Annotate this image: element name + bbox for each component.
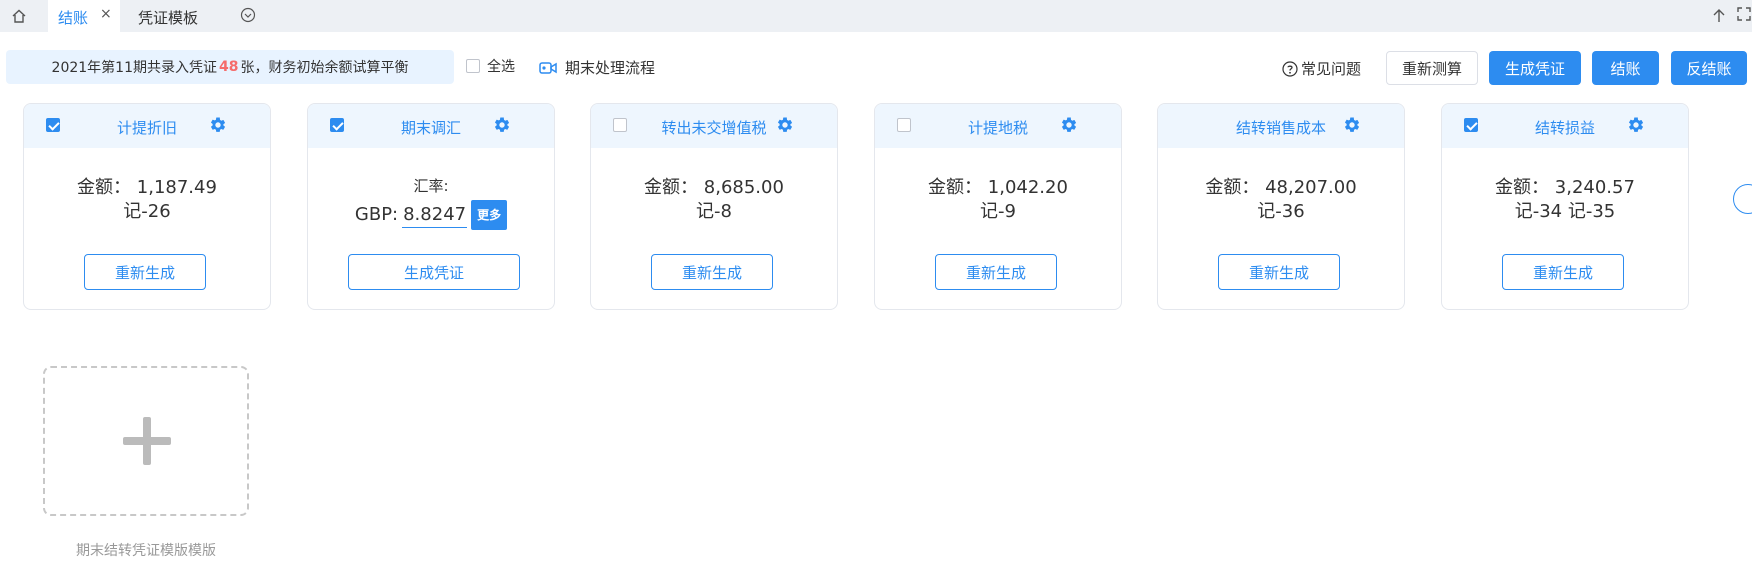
- voucher-ref[interactable]: 记-36: [1158, 200, 1404, 224]
- select-all-checkbox[interactable]: 全选: [466, 56, 515, 76]
- card-header: 结转损益: [1442, 104, 1688, 148]
- card-title: 结转损益: [1534, 119, 1595, 137]
- generate-voucher-card-button[interactable]: 生成凭证: [348, 254, 520, 290]
- card-title: 计提折旧: [116, 119, 177, 137]
- regenerate-button[interactable]: 重新生成: [1502, 254, 1624, 290]
- close-icon[interactable]: ×: [100, 6, 112, 22]
- gear-icon[interactable]: [776, 116, 794, 134]
- reverse-close-button[interactable]: 反结账: [1671, 51, 1747, 85]
- voucher-count: 48: [218, 59, 239, 75]
- select-all-box[interactable]: [466, 59, 480, 73]
- task-card: 计提地税 金额： 1,042.20 记-9 重新生成: [874, 103, 1122, 310]
- more-button[interactable]: 更多: [471, 200, 508, 230]
- tab-bar: 结账 × 凭证模板: [0, 0, 1752, 32]
- fullscreen-icon[interactable]: [1736, 6, 1752, 26]
- task-card: 计提折旧 金额： 1,187.49 记-26 重新生成: [23, 103, 271, 310]
- task-card: 期末调汇 汇率: GBP: 8.8247 更多 生成凭证: [307, 103, 555, 310]
- card-body: 金额： 3,240.57 记-34 记-35: [1442, 176, 1688, 224]
- plus-icon: [121, 415, 173, 471]
- gear-icon[interactable]: [1627, 116, 1645, 134]
- card-header: 结转销售成本: [1158, 104, 1404, 148]
- regenerate-button[interactable]: 重新生成: [651, 254, 773, 290]
- gear-icon[interactable]: [493, 116, 511, 134]
- period-summary: 2021年第11期共录入凭证 48 张，财务初始余额试算平衡: [6, 50, 454, 84]
- voucher-ref[interactable]: 记-26: [24, 200, 270, 224]
- flow-label: 期末处理流程: [565, 59, 656, 77]
- chat-float-icon[interactable]: [1733, 184, 1752, 214]
- add-template-button[interactable]: [43, 366, 249, 516]
- card-title: 结转销售成本: [1235, 119, 1326, 137]
- card-body: 金额： 8,685.00 记-8: [591, 176, 837, 224]
- fx-rate-input[interactable]: 8.8247: [402, 203, 468, 228]
- retest-button[interactable]: 重新测算: [1386, 51, 1478, 85]
- tab-close-account[interactable]: 结账 ×: [48, 0, 120, 32]
- card-header: 期末调汇: [308, 104, 554, 148]
- amount-label: 金额：: [928, 177, 983, 198]
- amount-value: 48,207.00: [1265, 177, 1357, 198]
- generate-voucher-button[interactable]: 生成凭证: [1489, 51, 1581, 85]
- arrow-up-icon[interactable]: [1712, 8, 1726, 28]
- amount-value: 3,240.57: [1554, 177, 1635, 198]
- card-body: 金额： 1,187.49 记-26: [24, 176, 270, 224]
- gear-icon[interactable]: [1343, 116, 1361, 134]
- amount-label: 金额：: [1205, 177, 1260, 198]
- faq-label: 常见问题: [1301, 60, 1362, 78]
- task-card: 结转销售成本 金额： 48,207.00 记-36 重新生成: [1157, 103, 1405, 310]
- card-body: 金额： 48,207.00 记-36: [1158, 176, 1404, 224]
- tab-label: 结账: [58, 9, 89, 27]
- add-template-label: 期末结转凭证模版模版: [76, 543, 216, 559]
- amount-label: 金额：: [77, 177, 132, 198]
- select-all-label: 全选: [487, 59, 515, 75]
- amount-value: 1,187.49: [136, 177, 217, 198]
- summary-prefix: 2021年第11期共录入凭证: [51, 60, 217, 76]
- card-body: 金额： 1,042.20 记-9: [875, 176, 1121, 224]
- amount-value: 8,685.00: [703, 177, 784, 198]
- close-account-button[interactable]: 结账: [1592, 51, 1659, 85]
- card-header: 转出未交增值税: [591, 104, 837, 148]
- amount-label: 金额：: [644, 177, 699, 198]
- voucher-ref[interactable]: 记-8: [591, 200, 837, 224]
- tab-voucher-template[interactable]: 凭证模板: [138, 7, 198, 28]
- currency-code: GBP:: [354, 204, 399, 225]
- card-title: 转出未交增值税: [661, 119, 767, 137]
- fx-rate-label: 汇率:: [413, 177, 449, 195]
- amount-value: 1,042.20: [987, 177, 1068, 198]
- period-end-flow-link[interactable]: 期末处理流程: [539, 57, 655, 78]
- amount-label: 金额：: [1495, 177, 1550, 198]
- regenerate-button[interactable]: 重新生成: [935, 254, 1057, 290]
- card-title: 计提地税: [967, 119, 1028, 137]
- card-header: 计提折旧: [24, 104, 270, 148]
- gear-icon[interactable]: [1060, 116, 1078, 134]
- faq-link[interactable]: 常见问题: [1282, 58, 1361, 79]
- video-camera-icon: [539, 61, 557, 75]
- home-icon[interactable]: [0, 0, 38, 32]
- summary-suffix: 张，财务初始余额试算平衡: [240, 60, 409, 76]
- card-title: 期末调汇: [400, 119, 461, 137]
- task-card: 结转损益 金额： 3,240.57 记-34 记-35 重新生成: [1441, 103, 1689, 310]
- regenerate-button[interactable]: 重新生成: [1218, 254, 1340, 290]
- card-header: 计提地税: [875, 104, 1121, 148]
- card-body: 汇率: GBP: 8.8247 更多: [308, 174, 554, 230]
- question-circle-icon: [1282, 60, 1298, 77]
- fx-row: GBP: 8.8247 更多: [308, 200, 554, 230]
- task-card: 转出未交增值税 金额： 8,685.00 记-8 重新生成: [590, 103, 838, 310]
- regenerate-button[interactable]: 重新生成: [84, 254, 206, 290]
- gear-icon[interactable]: [209, 116, 227, 134]
- chevron-down-circle-icon[interactable]: [240, 7, 256, 23]
- voucher-ref[interactable]: 记-34 记-35: [1442, 200, 1688, 224]
- voucher-ref[interactable]: 记-9: [875, 200, 1121, 224]
